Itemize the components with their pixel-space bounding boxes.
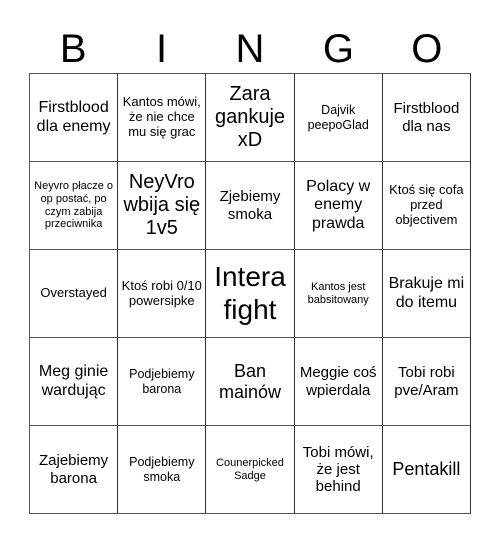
bingo-cell[interactable]: Ban mainów (206, 338, 295, 426)
bingo-cell[interactable]: Dajvik peepoGlad (294, 74, 383, 162)
bingo-cell[interactable]: Meggie coś wpierdala (294, 338, 383, 426)
bingo-cell[interactable]: Podjebiemy barona (118, 338, 207, 426)
bingo-cell[interactable]: Overstayed (30, 250, 119, 338)
bingo-cell[interactable]: Neyvro płacze o op postać, po czym zabij… (30, 162, 119, 250)
header-letter-b: B (59, 27, 87, 71)
bingo-cell[interactable]: Firstblood dla enemy (30, 74, 119, 162)
bingo-cell[interactable]: Polacy w enemy prawda (294, 162, 383, 250)
bingo-cell[interactable]: Pentakill (382, 426, 471, 514)
header-letter-o: O (411, 27, 443, 71)
bingo-cell[interactable]: Firstblood dla nas (382, 74, 471, 162)
bingo-cell[interactable]: Ktoś robi 0/10 powersipke (118, 250, 207, 338)
header-letter-n: N (235, 27, 265, 71)
bingo-board: Firstblood dla enemy Kantos mówi, że nie… (29, 73, 471, 514)
bingo-cell[interactable]: Zjebiemy smoka (206, 162, 295, 250)
bingo-cell[interactable]: Brakuje mi do itemu (382, 250, 471, 338)
bingo-cell[interactable]: Zara gankuje xD (206, 74, 295, 162)
bingo-cell[interactable]: Counerpicked Sadge (206, 426, 295, 514)
bingo-cell[interactable]: Intera fight (206, 250, 295, 338)
bingo-cell[interactable]: Tobi mówi, że jest behind (294, 426, 383, 514)
bingo-cell[interactable]: Kantos mówi, że nie chce mu się grac (118, 74, 207, 162)
bingo-cell[interactable]: Tobi robi pve/Aram (382, 338, 471, 426)
bingo-cell[interactable]: NeyVro wbija się 1v5 (118, 162, 207, 250)
bingo-cell[interactable]: Meg ginie wardując (30, 338, 119, 426)
header-letter-g: G (322, 27, 354, 71)
bingo-header: B I N G O (29, 26, 471, 72)
bingo-cell[interactable]: Podjebiemy smoka (118, 426, 207, 514)
bingo-cell[interactable]: Kantos jest babsitowany (294, 250, 383, 338)
header-letter-i: I (156, 27, 168, 71)
bingo-cell[interactable]: Ktoś się cofa przed objectivem (382, 162, 471, 250)
bingo-cell[interactable]: Zajebiemy barona (30, 426, 119, 514)
